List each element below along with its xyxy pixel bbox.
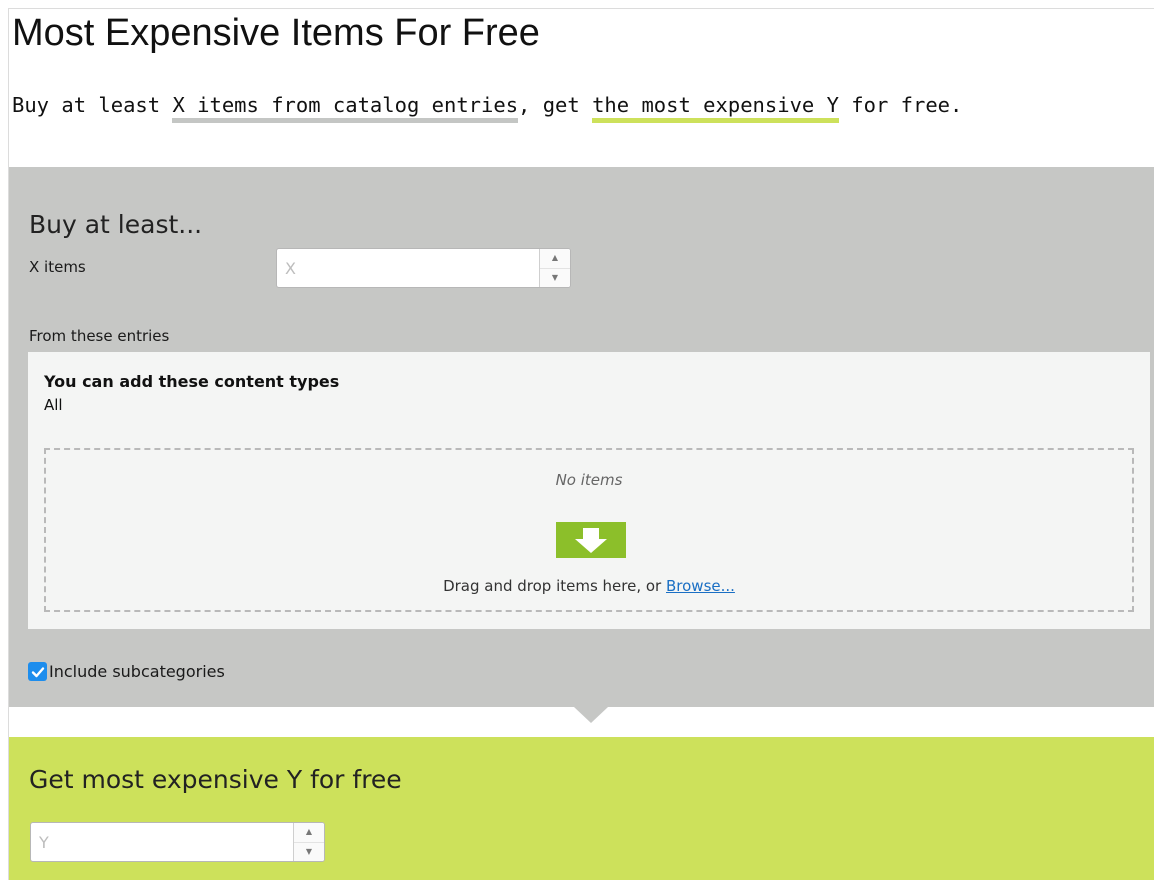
y-quantity-input[interactable] xyxy=(31,823,293,861)
y-increment-icon[interactable]: ▲ xyxy=(294,823,324,842)
empty-state-text: No items xyxy=(555,471,623,489)
entries-label: From these entries xyxy=(29,327,170,345)
quantity-label: X items xyxy=(29,258,86,276)
x-increment-icon[interactable]: ▲ xyxy=(540,249,570,268)
include-subcategories-row: Include subcategories xyxy=(28,662,225,681)
description-prefix: Buy at least xyxy=(12,93,173,117)
y-decrement-icon[interactable]: ▼ xyxy=(294,841,324,862)
y-quantity-stepper: ▲ ▼ xyxy=(30,822,325,862)
description-middle: , get xyxy=(518,93,593,117)
frame-top-border xyxy=(8,8,1154,9)
arrow-down-icon xyxy=(556,522,626,558)
panel-pointer xyxy=(574,707,608,723)
drop-hint: Drag and drop items here, or Browse... xyxy=(46,576,1132,596)
x-quantity-spinner: ▲ ▼ xyxy=(539,249,570,287)
reward-panel: Get most expensive Y for free ▲ ▼ xyxy=(9,737,1154,880)
content-types-title: You can add these content types xyxy=(44,372,340,391)
include-subcategories-label[interactable]: Include subcategories xyxy=(49,662,225,681)
include-subcategories-checkbox[interactable] xyxy=(28,662,47,681)
browse-link[interactable]: Browse... xyxy=(666,577,735,595)
content-types-value: All xyxy=(44,396,63,414)
reward-section-heading: Get most expensive Y for free xyxy=(29,765,402,794)
description-reward-segment[interactable]: the most expensive Y xyxy=(592,92,839,123)
x-quantity-stepper: ▲ ▼ xyxy=(276,248,571,288)
buy-section-heading: Buy at least... xyxy=(29,210,203,239)
x-decrement-icon[interactable]: ▼ xyxy=(540,267,570,288)
checkmark-icon xyxy=(31,666,44,677)
page-title: Most Expensive Items For Free xyxy=(12,12,540,54)
drop-hint-text: Drag and drop items here, or xyxy=(443,577,666,595)
promotion-description: Buy at least X items from catalog entrie… xyxy=(12,90,962,123)
y-quantity-spinner: ▲ ▼ xyxy=(293,823,324,861)
x-quantity-input[interactable] xyxy=(277,249,539,287)
drop-zone[interactable]: No items Drag and drop items here, or Br… xyxy=(44,448,1134,612)
description-condition-segment[interactable]: X items from catalog entries xyxy=(172,92,519,123)
description-suffix: for free. xyxy=(838,93,963,117)
entries-content-area: You can add these content types All No i… xyxy=(28,352,1150,629)
